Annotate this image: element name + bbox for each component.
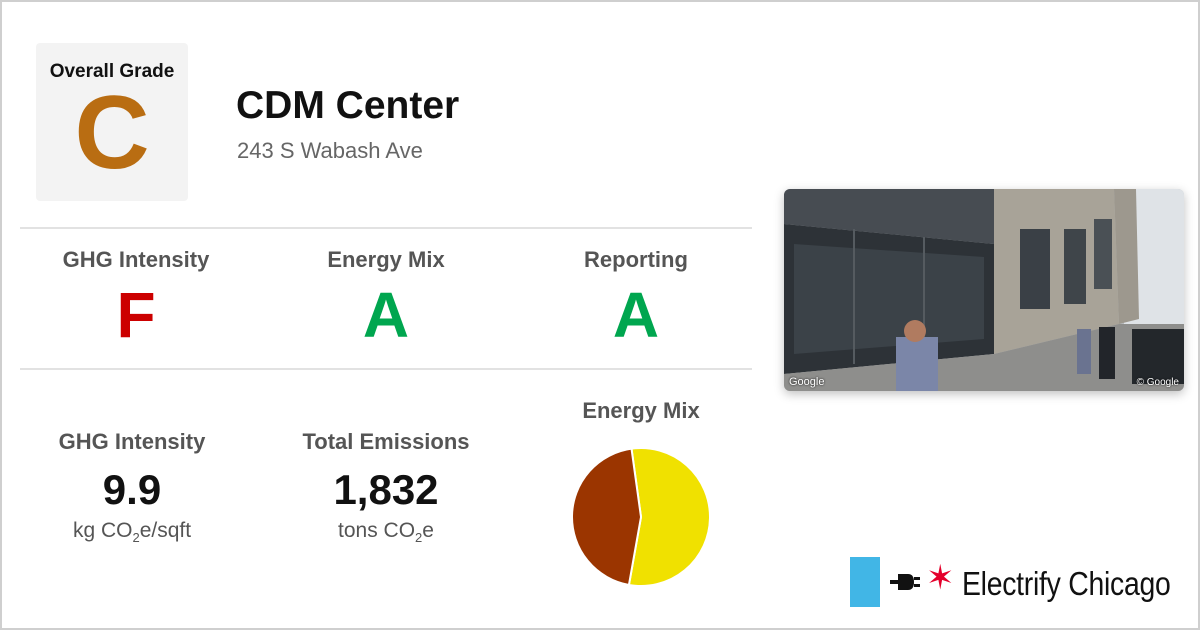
grade-letter: A xyxy=(362,279,410,351)
energy-mix-pie-chart xyxy=(571,447,711,587)
photo-watermark-left: Google xyxy=(789,376,825,388)
energy-mix-chart-title: Energy Mix xyxy=(582,398,700,423)
stat-label: GHG Intensity xyxy=(58,429,206,454)
chicago-star-icon: ✶ xyxy=(926,559,955,597)
stat-total-emissions: Total Emissions 1,832 tons CO2e xyxy=(290,429,482,545)
grade-label: GHG Intensity xyxy=(62,247,210,272)
building-name: CDM Center xyxy=(236,84,460,127)
brand-name: Electrify Chicago xyxy=(962,565,1171,602)
building-photo: Google © Google xyxy=(784,189,1184,391)
grade-label: Reporting xyxy=(584,247,688,272)
logo-blue-bar xyxy=(850,557,880,607)
pie-slice xyxy=(571,447,643,587)
stat-unit: tons CO2e xyxy=(338,519,434,546)
stat-label: Total Emissions xyxy=(302,429,470,454)
divider xyxy=(20,368,752,370)
stat-value: 9.9 xyxy=(102,466,162,513)
plug-icon xyxy=(890,574,920,590)
stat-value: 1,832 xyxy=(333,466,439,513)
building-card: Overall Grade C CDM Center 243 S Wabash … xyxy=(0,0,1200,630)
overall-grade-letter: C xyxy=(74,75,150,191)
grade-letter: A xyxy=(612,279,660,351)
grade-reporting: Reporting A xyxy=(540,247,732,347)
grade-letter: F xyxy=(116,279,156,351)
grade-ghg-intensity: GHG Intensity F xyxy=(40,247,232,347)
grade-energy-mix: Energy Mix A xyxy=(290,247,482,347)
photo-watermark-right: © Google xyxy=(1136,377,1179,388)
grade-label: Energy Mix xyxy=(327,247,445,272)
overall-grade-box: Overall Grade C xyxy=(36,43,188,201)
street-view-image xyxy=(784,189,1184,391)
divider xyxy=(20,227,752,229)
stat-unit: kg CO2e/sqft xyxy=(72,519,192,546)
stat-ghg-intensity: GHG Intensity 9.9 kg CO2e/sqft xyxy=(36,429,228,545)
building-address: 243 S Wabash Ave xyxy=(237,138,423,163)
